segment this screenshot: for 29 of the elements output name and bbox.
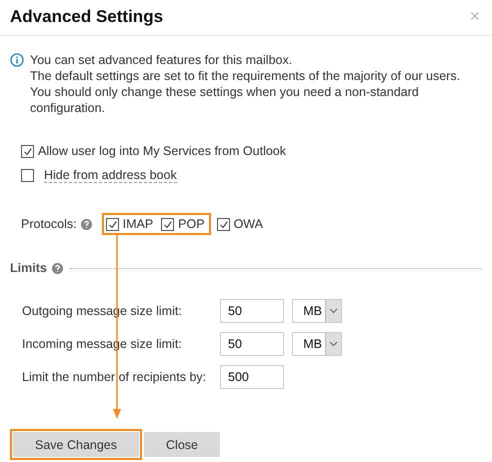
info-text: The default settings are set to fit the requirements of the majority of our users.: [30, 68, 462, 84]
unit-dropdown[interactable]: MB: [292, 299, 342, 323]
protocol-label: POP: [178, 217, 205, 231]
option-label: Hide from address book: [44, 168, 177, 183]
input-field[interactable]: 500: [220, 365, 284, 389]
protocol-label: OWA: [234, 217, 263, 231]
option-label: Allow user log into My Services from Outlook: [38, 144, 286, 158]
info-icon: [10, 53, 24, 67]
unit-dropdown[interactable]: MB: [292, 332, 342, 356]
close-button[interactable]: Close: [144, 432, 220, 457]
caret-icon: [329, 341, 338, 347]
caret-icon: [329, 308, 338, 314]
protocol-label: IMAP: [122, 217, 154, 231]
help-icon[interactable]: [80, 218, 92, 230]
checkbox[interactable]: [161, 218, 174, 230]
checkbox[interactable]: [216, 218, 230, 230]
protocols-label: Protocols:: [21, 217, 77, 231]
input-field[interactable]: 50: [220, 299, 284, 323]
field-label: Limit the number of recipients by:: [22, 370, 208, 384]
checkbox[interactable]: [21, 169, 34, 182]
checkbox[interactable]: [106, 218, 119, 230]
checkbox[interactable]: [21, 144, 34, 158]
dialog-title: Advanced Settings: [10, 6, 164, 26]
input-field[interactable]: 50: [220, 332, 284, 356]
info-text: You can set advanced features for this mailbox.: [30, 52, 294, 68]
save-button[interactable]: Save Changes: [13, 432, 140, 457]
info-text: You should only change these settings when you need a non-standard configuration.: [30, 84, 420, 116]
section-title: Limits: [10, 261, 47, 275]
help-icon[interactable]: [52, 262, 63, 274]
